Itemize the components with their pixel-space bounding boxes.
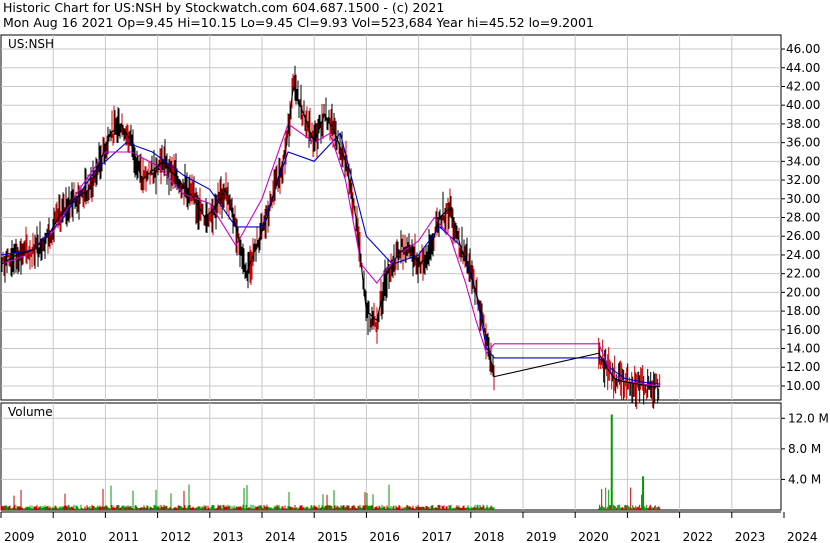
price-y-tick-label: 24.00 [786,248,820,262]
volume-y-tick-label: 12.0 M [788,411,829,425]
price-y-tick-label: 38.00 [786,117,820,131]
time-axis-tick-label: 2012 [161,530,192,543]
time-axis-tick-label: 2024 [787,530,818,543]
price-y-tick-label: 10.00 [786,379,820,393]
volume-axis-y: 12.0 M 8.0 M 4.0 M [781,411,829,486]
price-grid [1,35,781,400]
time-axis-tick-label: 2014 [265,530,296,543]
price-y-tick-label: 44.00 [786,61,820,75]
price-y-tick-label: 32.00 [786,173,820,187]
volume-panel: Volume 12.0 M 8.0 M 4.0 M [0,402,829,511]
time-axis-tick-label: 2017 [422,530,453,543]
price-y-tick-label: 34.00 [786,154,820,168]
price-y-tick-label: 18.00 [786,304,820,318]
time-axis-tick-label: 2020 [578,530,609,543]
time-axis: 2009 2010 2011 2012 2013 2014 2015 2016 2017 2018… [0,511,818,543]
price-y-tick-label: 28.00 [786,211,820,225]
volume-panel-title: Volume [8,405,53,419]
time-axis-tick-label: 2010 [56,530,87,543]
time-axis-tick-label: 2018 [474,530,505,543]
time-axis-tick-label: 2023 [735,530,766,543]
volume-bars [0,414,661,510]
stock-chart: US:NSH 46.00 44.00 42.00 40.00 38.00 36.00 34.… [0,34,829,543]
volume-y-tick-label: 4.0 M [788,472,821,486]
price-y-tick-label: 20.00 [786,285,820,299]
time-axis-tick-label: 2022 [683,530,714,543]
price-y-tick-label: 42.00 [786,79,820,93]
time-axis-tick-label: 2015 [317,530,348,543]
price-y-tick-label: 30.00 [786,192,820,206]
time-axis-tick-label: 2011 [108,530,139,543]
price-y-tick-label: 22.00 [786,267,820,281]
price-y-tick-label: 12.00 [786,360,820,374]
price-panel-title: US:NSH [8,37,54,51]
time-axis-tick-label: 2019 [526,530,557,543]
time-axis-tick-label: 2021 [630,530,661,543]
price-y-tick-label: 46.00 [786,42,820,56]
time-axis-tick-label: 2013 [213,530,244,543]
price-y-tick-label: 40.00 [786,98,820,112]
volume-grid [1,403,781,510]
price-y-tick-label: 14.00 [786,342,820,356]
price-y-tick-label: 36.00 [786,136,820,150]
volume-y-tick-label: 8.0 M [788,442,821,456]
volume-panel-frame [0,402,782,511]
time-axis-tick-label: 2009 [4,530,35,543]
price-y-tick-label: 16.00 [786,323,820,337]
price-panel: US:NSH 46.00 44.00 42.00 40.00 38.00 36.00 34.… [0,34,820,410]
price-y-tick-label: 26.00 [786,229,820,243]
price-axis-y: 46.00 44.00 42.00 40.00 38.00 36.00 34.00 32.00… [781,42,820,393]
time-axis-tick-label: 2016 [369,530,400,543]
